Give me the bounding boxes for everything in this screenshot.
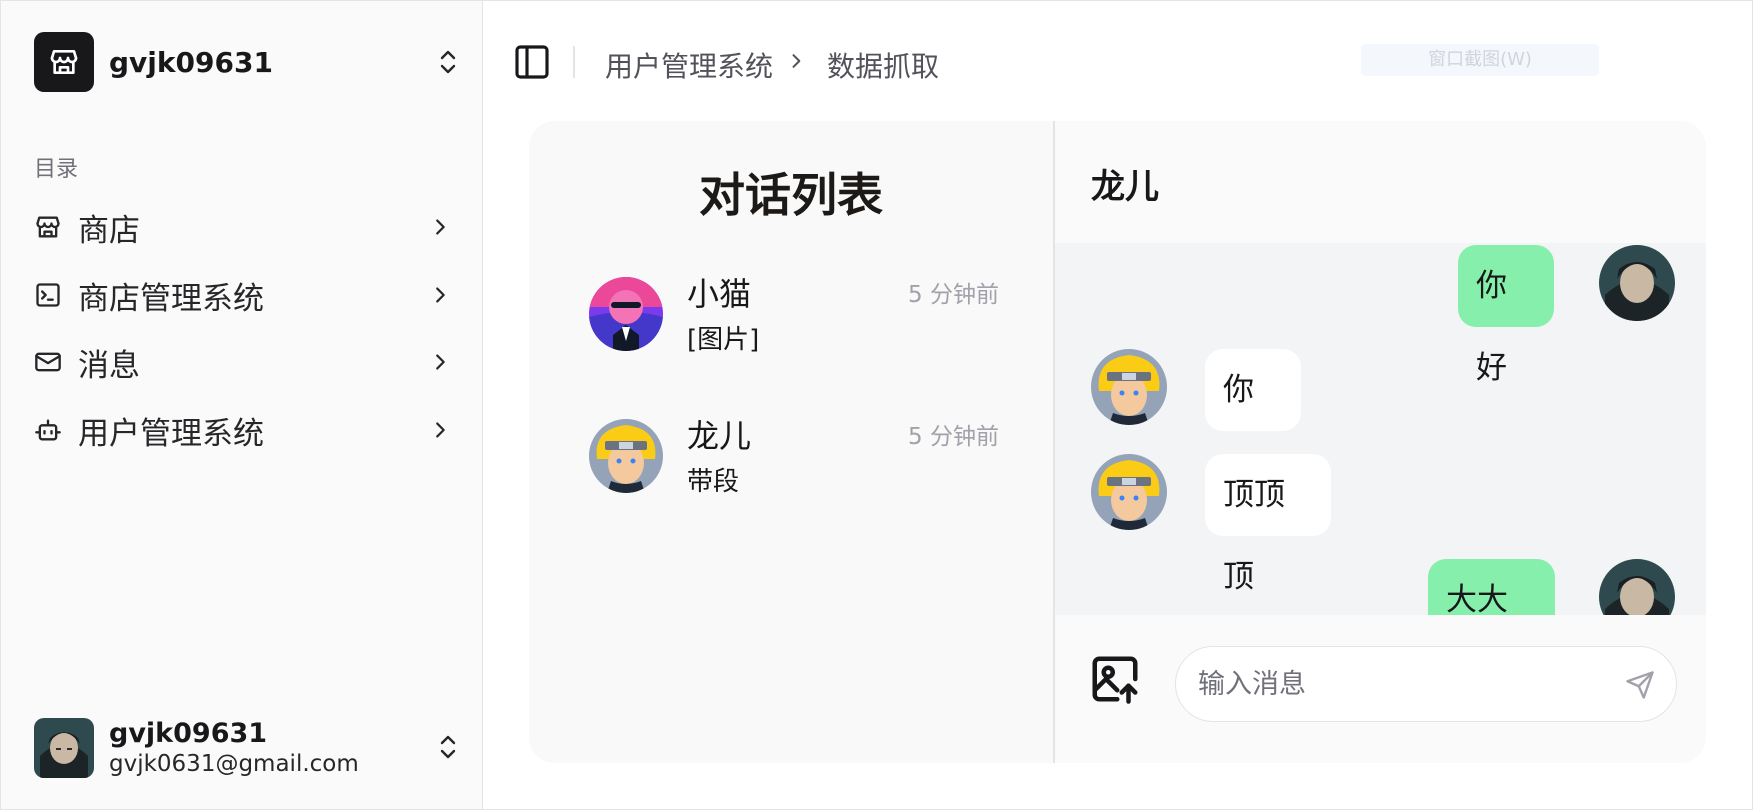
store-logo-icon	[34, 32, 94, 92]
app-window: gvjk09631 目录 商店 商店管理系统 消息 用户管理系统 gvjk096…	[0, 0, 1753, 810]
conversation-name: 龙儿	[687, 417, 752, 455]
avatar	[1599, 559, 1675, 615]
message-bubble-sent: 你好	[1458, 245, 1554, 386]
sidebar-item-messages[interactable]: 消息	[34, 335, 454, 389]
sidebar-item-store[interactable]: 商店	[34, 200, 454, 254]
chevron-right-icon	[783, 48, 809, 74]
avatar	[1091, 349, 1167, 425]
bot-icon	[34, 416, 62, 444]
sidebar-item-user-management[interactable]: 用户管理系统	[34, 403, 454, 457]
sidebar-item-label: 商店	[78, 212, 140, 249]
conversation-time: 5 分钟前	[908, 282, 999, 308]
sidebar-toggle-icon[interactable]	[511, 41, 553, 83]
image-upload-icon[interactable]	[1087, 651, 1143, 707]
sidebar: gvjk09631 目录 商店 商店管理系统 消息 用户管理系统 gvjk096…	[1, 1, 483, 809]
avatar	[589, 277, 663, 351]
chat-card: 对话列表 小猫 5 分钟前 [图片] 龙儿 5 分钟前 带段 龙儿 你好 你 顶…	[529, 121, 1706, 763]
terminal-square-icon	[34, 281, 62, 309]
sidebar-item-label: 商店管理系统	[78, 280, 264, 317]
avatar	[589, 419, 663, 493]
chat-header: 龙儿	[1055, 121, 1706, 243]
screenshot-button[interactable]: 窗口截图(W)	[1361, 44, 1599, 76]
message-input-wrapper	[1175, 646, 1677, 722]
avatar	[34, 718, 94, 778]
message-composer	[1055, 615, 1706, 763]
chevrons-up-down-icon[interactable]	[432, 46, 464, 78]
message-bubble-sent: 大大大	[1428, 559, 1555, 615]
avatar	[1091, 454, 1167, 530]
conversation-list-title: 对话列表	[699, 168, 883, 222]
message-input[interactable]	[1198, 661, 1598, 707]
chat-contact-name: 龙儿	[1091, 167, 1159, 207]
sidebar-item-label: 用户管理系统	[78, 415, 264, 452]
conversation-item[interactable]: 小猫 5 分钟前 [图片]	[589, 269, 999, 355]
avatar	[1599, 245, 1675, 321]
conversation-preview: [图片]	[687, 325, 760, 355]
message-bubble-received: 你好	[1205, 349, 1301, 490]
chevron-right-icon	[426, 281, 454, 309]
send-icon[interactable]	[1622, 667, 1658, 703]
conversation-item[interactable]: 龙儿 5 分钟前 带段	[589, 411, 999, 497]
chevrons-up-down-icon[interactable]	[432, 731, 464, 763]
chevron-right-icon	[426, 348, 454, 376]
mail-icon	[34, 348, 62, 376]
sidebar-item-label: 消息	[78, 347, 140, 384]
message-list[interactable]: 你好 你 顶顶顶 大大	[1055, 243, 1706, 615]
chevron-right-icon	[426, 213, 454, 241]
conversation-preview: 带段	[687, 467, 740, 497]
conversation-name: 小猫	[687, 275, 752, 313]
chevron-right-icon	[426, 416, 454, 444]
section-label: 目录	[34, 157, 79, 182]
store-icon	[34, 213, 62, 241]
user-name: gvjk09631	[109, 718, 268, 749]
header-separator	[573, 46, 575, 78]
message-bubble-received: 顶顶顶	[1205, 454, 1331, 595]
conversation-time: 5 分钟前	[908, 424, 999, 450]
workspace-name: gvjk09631	[109, 45, 273, 79]
breadcrumb-parent[interactable]: 用户管理系统	[605, 45, 773, 85]
breadcrumb-current: 数据抓取	[827, 50, 940, 83]
sidebar-item-store-management[interactable]: 商店管理系统	[34, 268, 454, 322]
workspace-switcher[interactable]: gvjk09631	[34, 32, 464, 92]
user-menu[interactable]: gvjk09631 gvjk0631@gmail.com	[34, 717, 464, 779]
user-email: gvjk0631@gmail.com	[109, 750, 359, 777]
